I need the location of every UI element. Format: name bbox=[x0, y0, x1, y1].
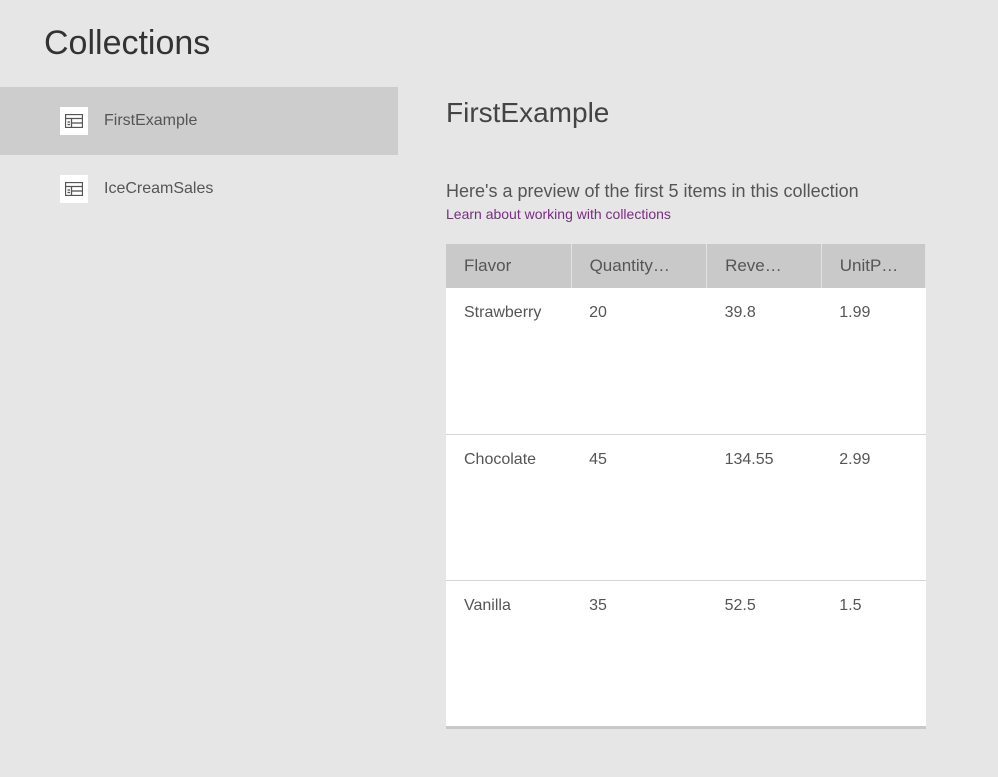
cell-revenue: 39.8 bbox=[707, 288, 822, 434]
col-quantity[interactable]: Quantity… bbox=[571, 244, 707, 288]
cell-flavor: Vanilla bbox=[446, 580, 571, 726]
page-title: Collections bbox=[0, 0, 998, 87]
cell-revenue: 134.55 bbox=[707, 434, 822, 580]
table-row[interactable]: Chocolate 45 134.55 2.99 bbox=[446, 434, 926, 580]
content-pane: FirstExample Here's a preview of the fir… bbox=[398, 87, 998, 766]
col-unitp[interactable]: UnitP… bbox=[821, 244, 925, 288]
col-revenue[interactable]: Reve… bbox=[707, 244, 822, 288]
data-table: Flavor Quantity… Reve… UnitP… Strawberry… bbox=[446, 244, 926, 726]
preview-intro: Here's a preview of the first 5 items in… bbox=[446, 181, 950, 202]
cell-quantity: 35 bbox=[571, 580, 707, 726]
detail-title: FirstExample bbox=[446, 97, 950, 129]
collection-icon bbox=[60, 175, 88, 203]
learn-link[interactable]: Learn about working with collections bbox=[446, 206, 671, 222]
col-flavor[interactable]: Flavor bbox=[446, 244, 571, 288]
cell-unitp: 1.5 bbox=[821, 580, 925, 726]
main-layout: FirstExample IceCreamSales FirstExample … bbox=[0, 87, 998, 766]
table-row[interactable]: Vanilla 35 52.5 1.5 bbox=[446, 580, 926, 726]
sidebar-item-icecreamsales[interactable]: IceCreamSales bbox=[0, 155, 398, 223]
cell-unitp: 1.99 bbox=[821, 288, 925, 434]
table-row[interactable]: Strawberry 20 39.8 1.99 bbox=[446, 288, 926, 434]
cell-quantity: 20 bbox=[571, 288, 707, 434]
cell-revenue: 52.5 bbox=[707, 580, 822, 726]
sidebar: FirstExample IceCreamSales bbox=[0, 87, 398, 766]
collection-icon bbox=[60, 107, 88, 135]
data-table-wrap: Flavor Quantity… Reve… UnitP… Strawberry… bbox=[446, 244, 926, 729]
cell-unitp: 2.99 bbox=[821, 434, 925, 580]
cell-quantity: 45 bbox=[571, 434, 707, 580]
table-header-row: Flavor Quantity… Reve… UnitP… bbox=[446, 244, 926, 288]
cell-flavor: Chocolate bbox=[446, 434, 571, 580]
sidebar-item-firstexample[interactable]: FirstExample bbox=[0, 87, 398, 155]
sidebar-item-label: FirstExample bbox=[104, 112, 197, 130]
cell-flavor: Strawberry bbox=[446, 288, 571, 434]
sidebar-item-label: IceCreamSales bbox=[104, 180, 213, 198]
